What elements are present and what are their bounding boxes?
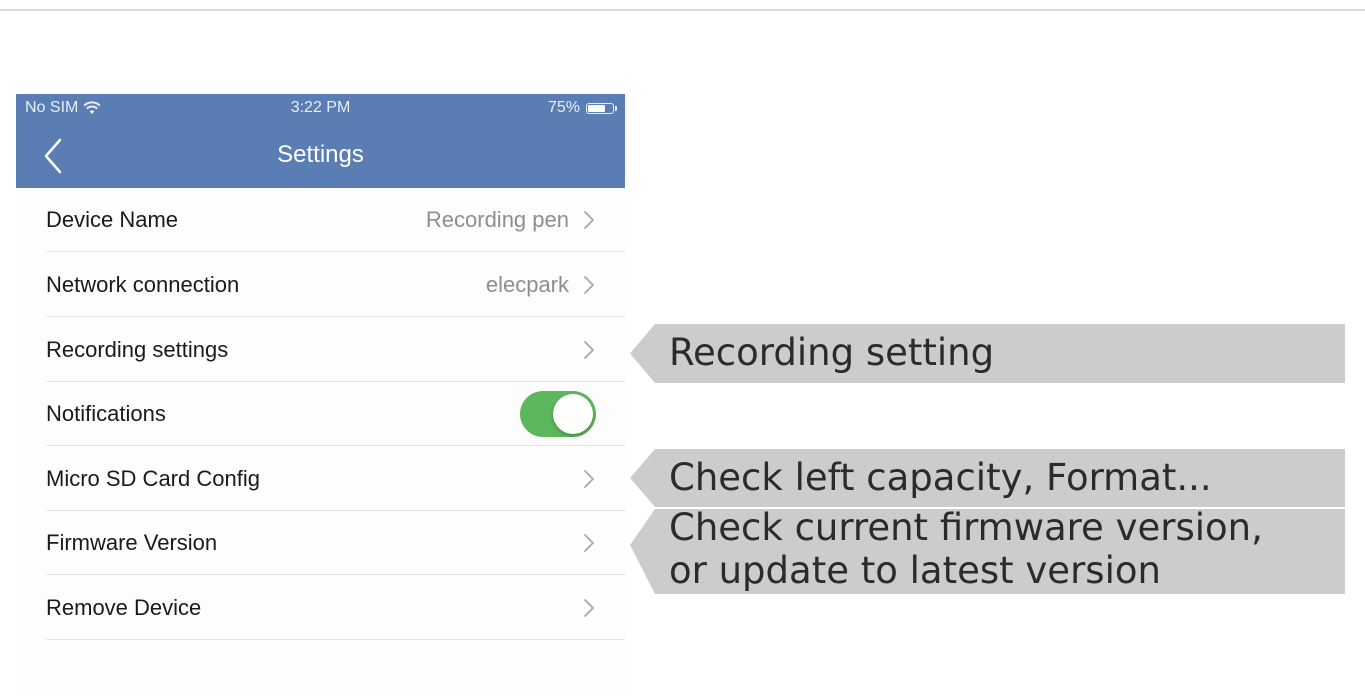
setting-firmware[interactable]: Firmware Version <box>46 511 625 575</box>
setting-device-name[interactable]: Device Name Recording pen <box>46 188 625 252</box>
recording-label: Recording settings <box>46 337 229 362</box>
phone-screen: No SIM 3:22 PM 75% Settings Device Name … <box>16 94 625 696</box>
chevron-right-icon <box>584 276 594 294</box>
setting-notifications: Notifications <box>46 382 625 446</box>
navigation-bar: No SIM 3:22 PM 75% Settings <box>16 94 625 188</box>
status-time: 3:22 PM <box>290 99 351 116</box>
sd-card-label: Micro SD Card Config <box>46 466 260 491</box>
toggle-knob <box>553 394 593 434</box>
setting-sd-card[interactable]: Micro SD Card Config <box>46 447 625 511</box>
status-battery: 75% <box>548 99 617 117</box>
chevron-right-icon <box>584 534 594 552</box>
remove-device-label: Remove Device <box>46 595 202 620</box>
battery-tip <box>615 105 617 111</box>
firmware-label: Firmware Version <box>46 530 218 555</box>
callout-firmware-line2: or update to latest version <box>669 549 1161 592</box>
battery-level <box>588 104 605 112</box>
setting-recording[interactable]: Recording settings <box>46 318 625 382</box>
chevron-right-icon <box>584 211 594 229</box>
callout-recording: Recording setting <box>630 324 1345 383</box>
network-label: Network connection <box>46 272 240 297</box>
callout-recording-text: Recording setting <box>669 331 995 374</box>
battery-icon <box>586 102 614 114</box>
chevron-right-icon <box>584 599 594 617</box>
network-value: elecpark <box>485 272 569 297</box>
page-title: Settings <box>277 141 364 168</box>
device-name-value: Recording pen <box>425 207 569 232</box>
callout-sd-card: Check left capacity, Format... <box>630 449 1345 507</box>
callout-sd-card-text: Check left capacity, Format... <box>669 456 1212 499</box>
notifications-toggle[interactable] <box>520 391 596 437</box>
battery-percent: 75% <box>547 99 580 116</box>
callout-firmware-line1: Check current firmware version, <box>669 506 1263 549</box>
setting-network-connection[interactable]: Network connection elecpark <box>46 253 625 317</box>
setting-remove-device[interactable]: Remove Device <box>46 576 625 640</box>
callout-firmware: Check current firmware version, or updat… <box>630 506 1345 594</box>
top-divider <box>0 9 1365 11</box>
chevron-right-icon <box>584 470 594 488</box>
chevron-right-icon <box>584 341 594 359</box>
notifications-label: Notifications <box>46 401 166 426</box>
device-name-label: Device Name <box>46 207 179 232</box>
